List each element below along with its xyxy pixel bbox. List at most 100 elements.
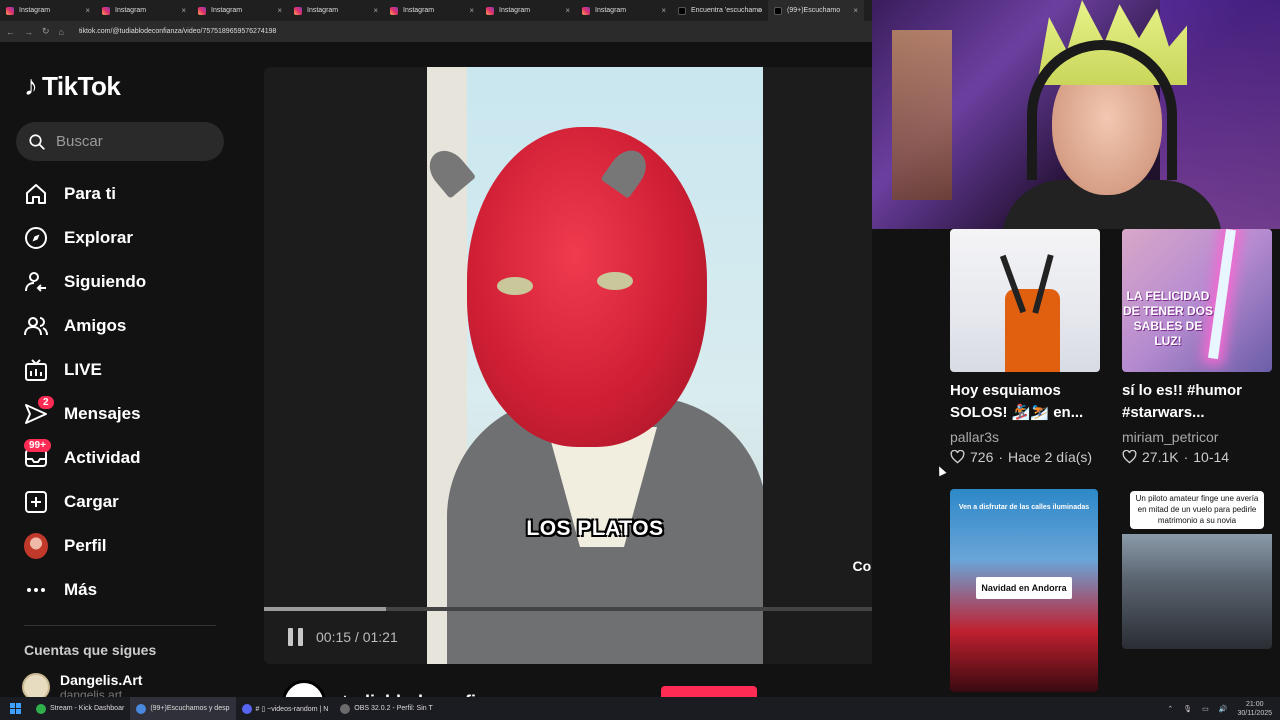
webcam-overlay bbox=[872, 0, 1280, 229]
browser-tab[interactable]: Instagram × bbox=[576, 0, 672, 21]
account-name: Dangelis.Art bbox=[60, 672, 143, 688]
home-button-icon[interactable]: ⌂ bbox=[59, 27, 64, 37]
thumb-cockpit bbox=[1122, 534, 1272, 649]
taskbar-app[interactable]: OBS 32.0.2 - Perfil: Sin T bbox=[334, 697, 438, 720]
frame-eye-right bbox=[597, 272, 633, 290]
taskbar-app[interactable]: Stream - Kick Dashboar bbox=[30, 697, 130, 720]
tray-network-icon[interactable]: ▭ bbox=[1202, 705, 1209, 713]
taskbar-app-label: (99+)Escuchamos y desp bbox=[150, 705, 230, 712]
sidebar-item-para-ti[interactable]: Para ti bbox=[24, 172, 224, 216]
tiktok-favicon-icon bbox=[678, 6, 686, 15]
home-icon bbox=[24, 182, 48, 206]
sidebar-divider bbox=[24, 625, 216, 626]
search-box[interactable] bbox=[16, 122, 224, 161]
video-progress-bar[interactable] bbox=[264, 607, 926, 611]
video-thumbnail[interactable]: Ven a disfrutar de las calles iluminadas… bbox=[950, 489, 1098, 692]
reco-author[interactable]: miriam_petricor bbox=[1122, 429, 1218, 445]
url-field[interactable]: tiktok.com/@tudiablodeconfianza/video/75… bbox=[79, 28, 276, 35]
search-icon bbox=[29, 133, 45, 150]
webcam-shelf bbox=[892, 30, 952, 200]
upload-icon bbox=[24, 490, 48, 514]
browser-tab-strip: Instagram × Instagram × Instagram × Instagram ×… bbox=[0, 0, 872, 21]
tray-volume-icon[interactable]: 🔊 bbox=[1219, 705, 1228, 713]
video-thumbnail[interactable] bbox=[950, 229, 1100, 372]
meta-separator: · bbox=[1183, 449, 1189, 465]
thumb-text: LA FELICIDAD DE TENER DOS SABLES DE LUZ! bbox=[1122, 289, 1213, 348]
video-thumbnail[interactable]: LA FELICIDAD DE TENER DOS SABLES DE LUZ! bbox=[1122, 229, 1272, 372]
taskbar-app[interactable]: # ▯ ~videos-random | N bbox=[236, 697, 335, 720]
browser-tab[interactable]: Instagram × bbox=[288, 0, 384, 21]
sidebar-item-más[interactable]: Más bbox=[24, 568, 224, 612]
tab-close-icon[interactable]: × bbox=[85, 6, 90, 15]
more-icon bbox=[24, 578, 48, 602]
tab-label: Instagram bbox=[307, 7, 339, 14]
browser-tab[interactable]: Instagram × bbox=[480, 0, 576, 21]
pause-icon[interactable] bbox=[288, 628, 304, 646]
browser-tab[interactable]: Instagram × bbox=[96, 0, 192, 21]
clock-time: 21:00 bbox=[1245, 700, 1264, 708]
video-player[interactable]: LOS PLATOS 00:15 / 01:21 bbox=[264, 67, 926, 664]
app-icon bbox=[241, 703, 252, 714]
following-icon bbox=[24, 270, 48, 294]
sidebar-item-perfil[interactable]: Perfil bbox=[24, 524, 224, 568]
tab-close-icon[interactable]: × bbox=[853, 6, 858, 15]
browser-tab[interactable]: Instagram × bbox=[0, 0, 96, 21]
tab-close-icon[interactable]: × bbox=[565, 6, 570, 15]
thumb-top-text: Ven a disfrutar de las calles iluminadas bbox=[958, 504, 1090, 511]
tab-close-icon[interactable]: × bbox=[757, 6, 762, 15]
tab-close-icon[interactable]: × bbox=[181, 6, 186, 15]
app-icon bbox=[136, 703, 147, 714]
tab-close-icon[interactable]: × bbox=[277, 6, 282, 15]
reco-title[interactable]: Hoy esquiamos SOLOS! 🏂⛷️ en... bbox=[950, 380, 1100, 424]
reload-icon[interactable]: ↻ bbox=[42, 26, 50, 37]
browser-tab[interactable]: (99+)Escuchamo × bbox=[768, 0, 864, 21]
sidebar-item-label: Cargar bbox=[64, 492, 119, 511]
reco-meta: 726 · Hace 2 día(s) bbox=[950, 449, 1092, 465]
reco-author[interactable]: pallar3s bbox=[950, 429, 999, 445]
compass-icon bbox=[24, 226, 48, 250]
tab-close-icon[interactable]: × bbox=[373, 6, 378, 15]
instagram-favicon-icon bbox=[390, 6, 398, 15]
instagram-favicon-icon bbox=[102, 6, 110, 15]
sidebar-item-label: Más bbox=[64, 580, 98, 599]
reco-title[interactable]: sí lo es!! #humor #starwars... bbox=[1122, 380, 1272, 424]
tab-close-icon[interactable]: × bbox=[661, 6, 666, 15]
sidebar-item-label: Siguiendo bbox=[64, 272, 147, 291]
notification-badge: 2 bbox=[38, 396, 54, 409]
sidebar-item-siguiendo[interactable]: Siguiendo bbox=[24, 260, 224, 304]
sidebar-item-label: Perfil bbox=[64, 536, 107, 555]
sidebar-item-cargar[interactable]: Cargar bbox=[24, 480, 224, 524]
sidebar-item-explorar[interactable]: Explorar bbox=[24, 216, 224, 260]
meta-separator: · bbox=[998, 449, 1004, 465]
tab-label: Instagram bbox=[403, 7, 435, 14]
sidebar-menu: Para ti Explorar Siguiendo Amigos LIVE Mensaj… bbox=[24, 172, 224, 612]
tray-chevron-icon[interactable]: ⌃ bbox=[1167, 705, 1173, 713]
tab-close-icon[interactable]: × bbox=[469, 6, 474, 15]
thumb-label: Navidad en Andorra bbox=[981, 583, 1067, 593]
tab-label: Instagram bbox=[595, 7, 627, 14]
search-input[interactable] bbox=[56, 133, 206, 150]
sidebar-item-live[interactable]: LIVE bbox=[24, 348, 224, 392]
sidebar-item-mensajes[interactable]: Mensajes 2 bbox=[24, 392, 224, 436]
video-thumbnail[interactable]: Un piloto amateur finge une avería en mi… bbox=[1122, 489, 1272, 649]
reco-date: Hace 2 día(s) bbox=[1008, 449, 1093, 465]
sidebar-item-actividad[interactable]: Actividad 99+ bbox=[24, 436, 224, 480]
windows-start-icon[interactable] bbox=[0, 697, 30, 720]
tray-mic-icon[interactable]: 🎙 bbox=[1183, 705, 1192, 713]
forward-icon[interactable]: → bbox=[24, 27, 33, 37]
browser-tab[interactable]: Encuentra 'escuchamo × bbox=[672, 0, 768, 21]
current-time: 00:15 bbox=[316, 629, 352, 645]
sidebar-item-amigos[interactable]: Amigos bbox=[24, 304, 224, 348]
live-icon bbox=[24, 358, 48, 382]
back-icon[interactable]: ← bbox=[6, 27, 15, 37]
tiktok-logo[interactable]: ♪ TikTok bbox=[24, 70, 121, 102]
browser-tab[interactable]: Instagram × bbox=[192, 0, 288, 21]
clock[interactable]: 21:00 30/11/2025 bbox=[1237, 700, 1272, 718]
taskbar-app[interactable]: (99+)Escuchamos y desp bbox=[130, 697, 236, 720]
screen: { "browser": { "tabs": [ {"label": "Inst… bbox=[0, 0, 1280, 720]
browser-tab[interactable]: Instagram × bbox=[384, 0, 480, 21]
tab-label: Instagram bbox=[499, 7, 531, 14]
frame-eye-left bbox=[497, 277, 533, 295]
taskbar-items: Stream - Kick Dashboar (99+)Escuchamos y … bbox=[30, 697, 439, 720]
sidebar-item-label: Mensajes bbox=[64, 404, 141, 423]
